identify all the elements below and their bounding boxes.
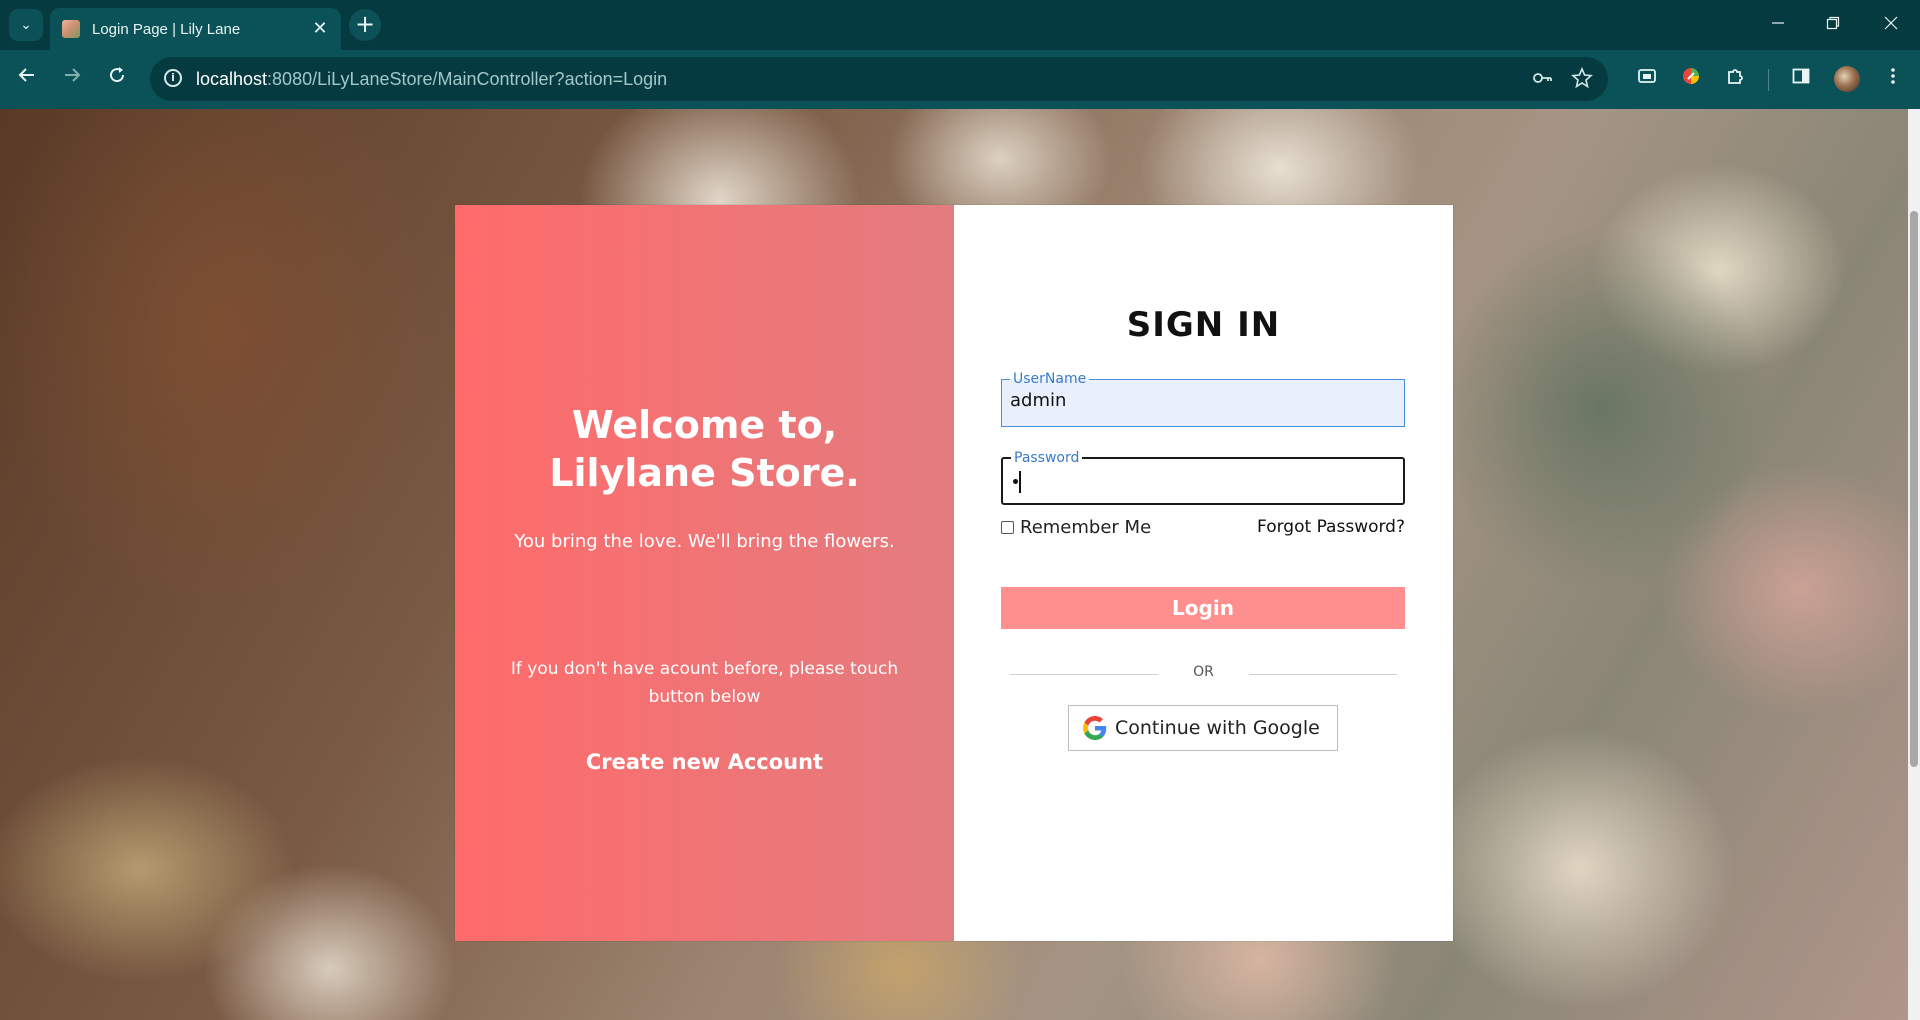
reload-icon[interactable] [100,62,134,96]
username-field[interactable]: UserName admin [1001,371,1405,427]
forward-arrow-icon[interactable] [55,62,89,96]
google-icon [1083,716,1107,740]
new-tab-button[interactable]: + [349,9,381,41]
kebab-menu-icon[interactable] [1880,66,1906,92]
scrollbar-thumb[interactable] [1910,211,1918,767]
color-extension-icon[interactable] [1678,66,1704,92]
signin-heading: SIGN IN [1126,305,1281,345]
star-icon[interactable] [1570,66,1594,91]
text-caret [1019,471,1021,493]
restore-icon[interactable] [1810,10,1856,40]
browser-tab-strip: ⌄ Login Page | Lily Lane ✕ + [0,0,1920,50]
password-mask-dot [1013,479,1018,484]
avatar[interactable] [1834,66,1860,92]
back-arrow-icon[interactable] [10,62,44,96]
welcome-note: If you don't have acount before, please … [510,659,899,707]
or-divider-right [1249,674,1397,675]
puzzle-icon[interactable] [1722,66,1748,92]
google-signin-button[interactable]: Continue with Google [1068,705,1338,751]
welcome-panel: Welcome to, Lilylane Store. You bring th… [455,205,954,941]
remember-me-label[interactable]: Remember Me [1020,517,1151,538]
forgot-password-link[interactable]: Forgot Password? [1257,517,1405,537]
active-tab[interactable]: Login Page | Lily Lane ✕ [50,8,341,50]
chevron-down-icon: ⌄ [20,17,32,33]
info-icon[interactable]: i [164,69,182,87]
close-icon[interactable] [1868,10,1914,40]
password-field[interactable]: Password [1001,450,1405,505]
address-bar[interactable]: i localhost:8080/LiLyLaneStore/MainContr… [150,57,1608,101]
key-icon[interactable] [1530,67,1554,91]
welcome-title: Welcome to, Lilylane Store. [549,403,860,495]
page-scrollbar[interactable] [1908,109,1920,1020]
google-button-label: Continue with Google [1115,717,1320,739]
url-text[interactable]: localhost:8080/LiLyLaneStore/MainControl… [196,57,667,101]
signin-panel: SIGN IN UserName admin Password Remember… [954,205,1453,941]
media-icon[interactable] [1634,66,1660,92]
url-path: :8080/LiLyLaneStore/MainController?actio… [267,69,668,89]
login-button[interactable]: Login [1001,587,1405,629]
tab-close-icon[interactable]: ✕ [309,18,331,40]
tab-title: Login Page | Lily Lane [92,20,241,38]
browser-toolbar: i localhost:8080/LiLyLaneStore/MainContr… [0,50,1920,108]
tab-search-button[interactable]: ⌄ [9,9,43,41]
login-card: Welcome to, Lilylane Store. You bring th… [455,205,1453,941]
url-host: localhost [196,69,268,89]
toolbar-divider [1768,69,1769,91]
create-account-link[interactable]: Create new Account [555,747,854,777]
username-label: UserName [1010,371,1090,387]
side-panel-icon[interactable] [1788,66,1814,92]
password-label: Password [1011,450,1083,466]
welcome-tagline: You bring the love. We'll bring the flow… [514,531,895,552]
minimize-icon[interactable] [1755,10,1801,40]
page-background: Welcome to, Lilylane Store. You bring th… [0,109,1908,1020]
tab-favicon-icon [62,20,80,38]
or-divider-text: OR [1193,664,1214,680]
remember-me-checkbox[interactable] [1001,520,1014,534]
username-value: admin [1010,390,1067,411]
remember-me-row: Remember Me [1001,515,1151,539]
